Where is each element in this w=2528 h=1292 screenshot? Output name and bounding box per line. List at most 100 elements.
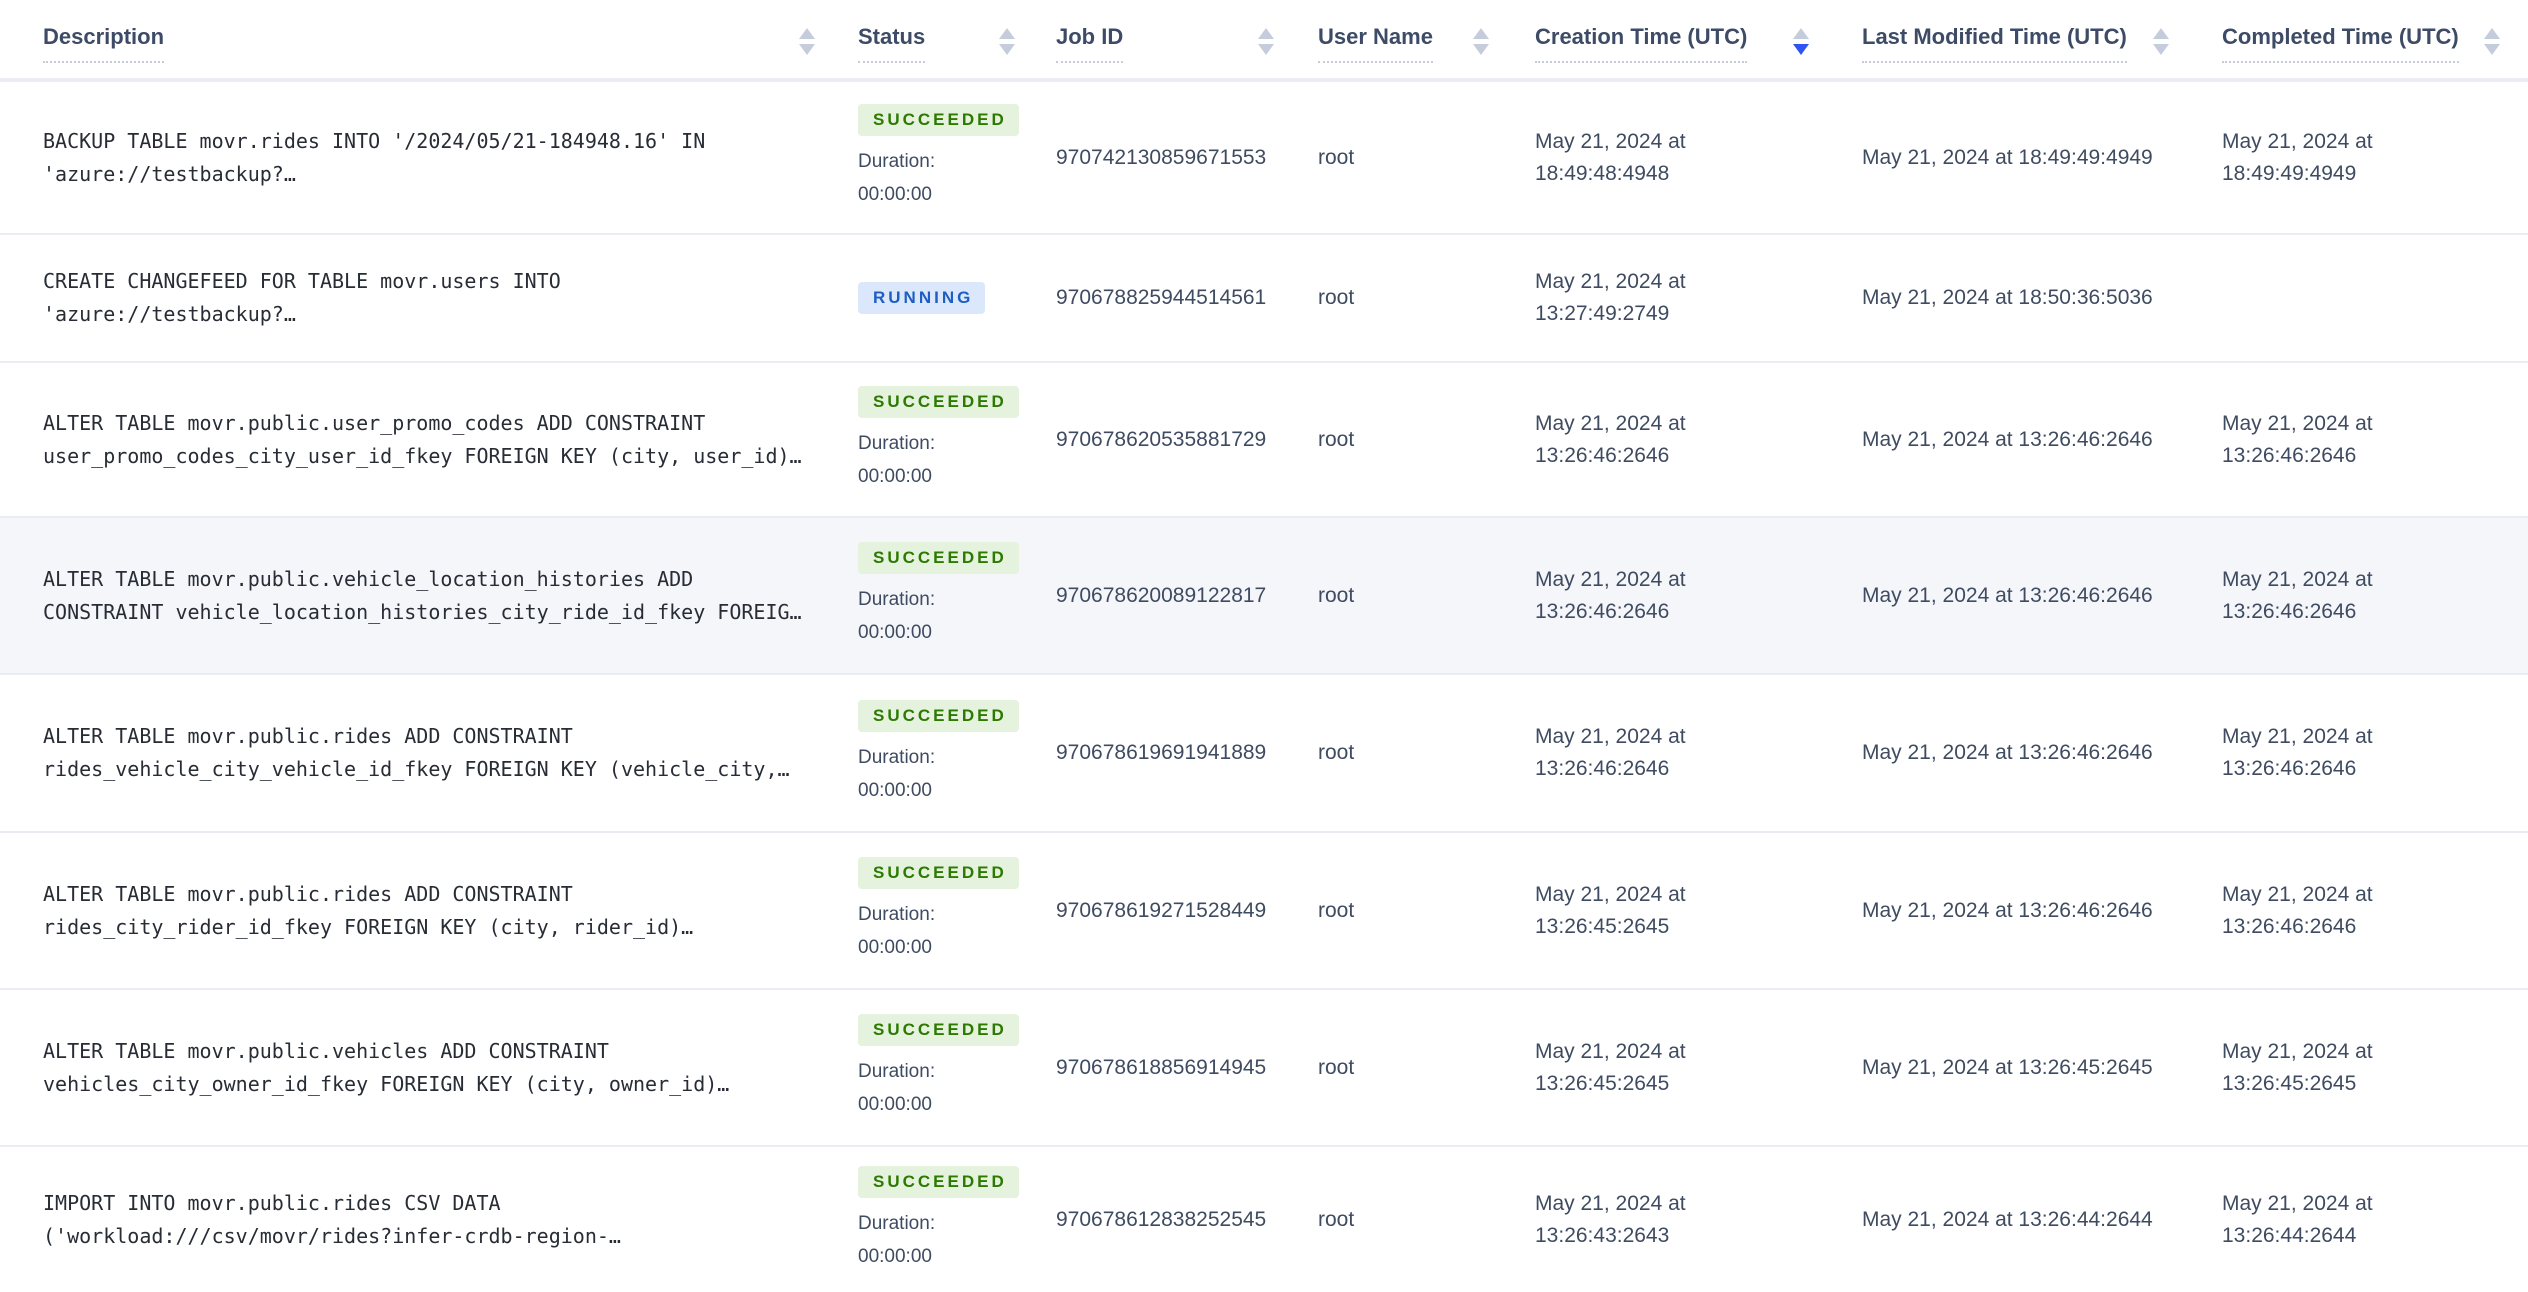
completed-time: May 21, 2024 at 13:26:46:2646	[2222, 411, 2373, 467]
sort-up-icon	[1793, 28, 1809, 39]
user-name-cell: root	[1300, 363, 1515, 516]
column-label: User Name	[1318, 24, 1433, 63]
job-id: 970678618856914945	[1056, 1055, 1267, 1079]
sort-icons	[1473, 28, 1489, 55]
user-name-cell: root	[1300, 675, 1515, 831]
creation-time-cell: May 21, 2024 at 13:26:43:2643	[1515, 1147, 1835, 1292]
user-name: root	[1318, 427, 1355, 451]
table-row[interactable]: ALTER TABLE movr.public.vehicle_location…	[0, 516, 2528, 673]
user-name-cell: root	[1300, 235, 1515, 361]
last-modified-time-cell: May 21, 2024 at 13:26:46:2646	[1835, 833, 2195, 988]
table-row[interactable]: ALTER TABLE movr.public.rides ADD CONSTR…	[0, 831, 2528, 988]
table-row[interactable]: ALTER TABLE movr.public.user_promo_codes…	[0, 361, 2528, 516]
creation-time: May 21, 2024 at 13:26:46:2646	[1535, 725, 1686, 780]
completed-time-cell: May 21, 2024 at 18:49:49:4949	[2195, 82, 2528, 233]
job-description: IMPORT INTO movr.public.rides CSV DATA (…	[43, 1190, 621, 1248]
user-name: root	[1318, 1055, 1355, 1079]
description-cell: BACKUP TABLE movr.rides INTO '/2024/05/2…	[0, 82, 830, 233]
completed-time: May 21, 2024 at 13:26:46:2646	[2222, 882, 2373, 938]
status-cell: SUCCEEDED Duration: 00:00:00	[830, 990, 1030, 1145]
job-id: 970678612838252545	[1056, 1207, 1267, 1231]
status-cell: SUCCEEDED Duration: 00:00:00	[830, 82, 1030, 233]
duration-label: Duration:	[858, 904, 936, 925]
job-id-cell: 970678619691941889	[1030, 675, 1300, 831]
creation-time-cell: May 21, 2024 at 13:26:46:2646	[1515, 675, 1835, 831]
sort-down-icon	[799, 44, 815, 55]
job-description: ALTER TABLE movr.public.rides ADD CONSTR…	[43, 724, 790, 781]
completed-time-cell: May 21, 2024 at 13:26:46:2646	[2195, 675, 2528, 831]
column-header-completed-time[interactable]: Completed Time (UTC)	[2195, 0, 2528, 78]
sort-down-icon	[1473, 44, 1489, 55]
completed-time: May 21, 2024 at 13:26:46:2646	[2222, 725, 2373, 780]
last-modified-time: May 21, 2024 at 13:26:44:2644	[1862, 1207, 2153, 1231]
last-modified-time-cell: May 21, 2024 at 18:50:36:5036	[1835, 235, 2195, 361]
column-header-status[interactable]: Status	[830, 0, 1030, 78]
user-name: root	[1318, 145, 1355, 169]
table-row[interactable]: ALTER TABLE movr.public.rides ADD CONSTR…	[0, 673, 2528, 831]
completed-time-cell: May 21, 2024 at 13:26:46:2646	[2195, 518, 2528, 673]
table-row[interactable]: BACKUP TABLE movr.rides INTO '/2024/05/2…	[0, 80, 2528, 233]
user-name: root	[1318, 898, 1355, 922]
status-badge: SUCCEEDED	[858, 1166, 1019, 1198]
column-header-creation-time[interactable]: Creation Time (UTC)	[1515, 0, 1835, 78]
last-modified-time-cell: May 21, 2024 at 13:26:46:2646	[1835, 363, 2195, 516]
column-header-last-modified-time[interactable]: Last Modified Time (UTC)	[1835, 0, 2195, 78]
user-name-cell: root	[1300, 990, 1515, 1145]
column-header-job-id[interactable]: Job ID	[1030, 0, 1300, 78]
duration-label: Duration:	[858, 589, 936, 610]
jobs-table: Description Status Job ID User Name Crea…	[0, 0, 2528, 1292]
table-row[interactable]: IMPORT INTO movr.public.rides CSV DATA (…	[0, 1145, 2528, 1292]
duration-label: Duration:	[858, 433, 936, 454]
last-modified-time: May 21, 2024 at 13:26:46:2646	[1862, 583, 2153, 607]
job-id: 970678825944514561	[1056, 286, 1267, 309]
job-id: 970678620535881729	[1056, 427, 1267, 451]
duration-value: 00:00:00	[858, 937, 932, 958]
job-id-cell: 970678620535881729	[1030, 363, 1300, 516]
job-description: ALTER TABLE movr.public.vehicles ADD CON…	[43, 1038, 730, 1096]
creation-time: May 21, 2024 at 18:49:48:4948	[1535, 129, 1686, 185]
user-name-cell: root	[1300, 833, 1515, 988]
job-description: BACKUP TABLE movr.rides INTO '/2024/05/2…	[43, 128, 706, 186]
duration-label: Duration:	[858, 151, 936, 172]
status-badge: SUCCEEDED	[858, 699, 1019, 732]
job-description: ALTER TABLE movr.public.vehicle_location…	[43, 566, 802, 624]
sort-up-icon	[2484, 28, 2500, 39]
user-name: root	[1318, 741, 1355, 764]
column-label: Status	[858, 24, 926, 63]
creation-time-cell: May 21, 2024 at 13:26:45:2645	[1515, 990, 1835, 1145]
status-cell: SUCCEEDED Duration: 00:00:00	[830, 833, 1030, 988]
creation-time-cell: May 21, 2024 at 13:26:45:2645	[1515, 833, 1835, 988]
completed-time-cell: May 21, 2024 at 13:26:45:2645	[2195, 990, 2528, 1145]
description-cell: ALTER TABLE movr.public.vehicle_location…	[0, 518, 830, 673]
sort-up-icon	[1258, 28, 1274, 39]
table-row[interactable]: ALTER TABLE movr.public.vehicles ADD CON…	[0, 988, 2528, 1145]
job-id-cell: 970678620089122817	[1030, 518, 1300, 673]
user-name: root	[1318, 286, 1355, 309]
duration-value: 00:00:00	[858, 466, 932, 487]
column-header-user-name[interactable]: User Name	[1300, 0, 1515, 78]
column-header-description[interactable]: Description	[0, 0, 830, 78]
status-badge: SUCCEEDED	[858, 386, 1019, 418]
duration-value: 00:00:00	[858, 622, 932, 643]
user-name-cell: root	[1300, 82, 1515, 233]
job-id-cell: 970742130859671553	[1030, 82, 1300, 233]
creation-time-cell: May 21, 2024 at 18:49:48:4948	[1515, 82, 1835, 233]
description-cell: ALTER TABLE movr.public.user_promo_codes…	[0, 363, 830, 516]
creation-time-cell: May 21, 2024 at 13:26:46:2646	[1515, 363, 1835, 516]
completed-time-cell: May 21, 2024 at 13:26:46:2646	[2195, 833, 2528, 988]
column-label: Job ID	[1056, 24, 1124, 63]
creation-time: May 21, 2024 at 13:27:49:2749	[1535, 270, 1686, 325]
job-id-cell: 970678619271528449	[1030, 833, 1300, 988]
duration-label: Duration:	[858, 746, 936, 768]
last-modified-time: May 21, 2024 at 13:26:45:2645	[1862, 1055, 2153, 1079]
table-row[interactable]: CREATE CHANGEFEED FOR TABLE movr.users I…	[0, 233, 2528, 361]
last-modified-time-cell: May 21, 2024 at 13:26:46:2646	[1835, 675, 2195, 831]
status-cell: SUCCEEDED Duration: 00:00:00	[830, 675, 1030, 831]
last-modified-time: May 21, 2024 at 13:26:46:2646	[1862, 898, 2153, 922]
description-cell: CREATE CHANGEFEED FOR TABLE movr.users I…	[0, 235, 830, 361]
sort-icons	[2153, 28, 2169, 55]
last-modified-time: May 21, 2024 at 13:26:46:2646	[1862, 427, 2153, 451]
last-modified-time-cell: May 21, 2024 at 18:49:49:4949	[1835, 82, 2195, 233]
creation-time: May 21, 2024 at 13:26:43:2643	[1535, 1191, 1686, 1247]
user-name: root	[1318, 1207, 1355, 1231]
